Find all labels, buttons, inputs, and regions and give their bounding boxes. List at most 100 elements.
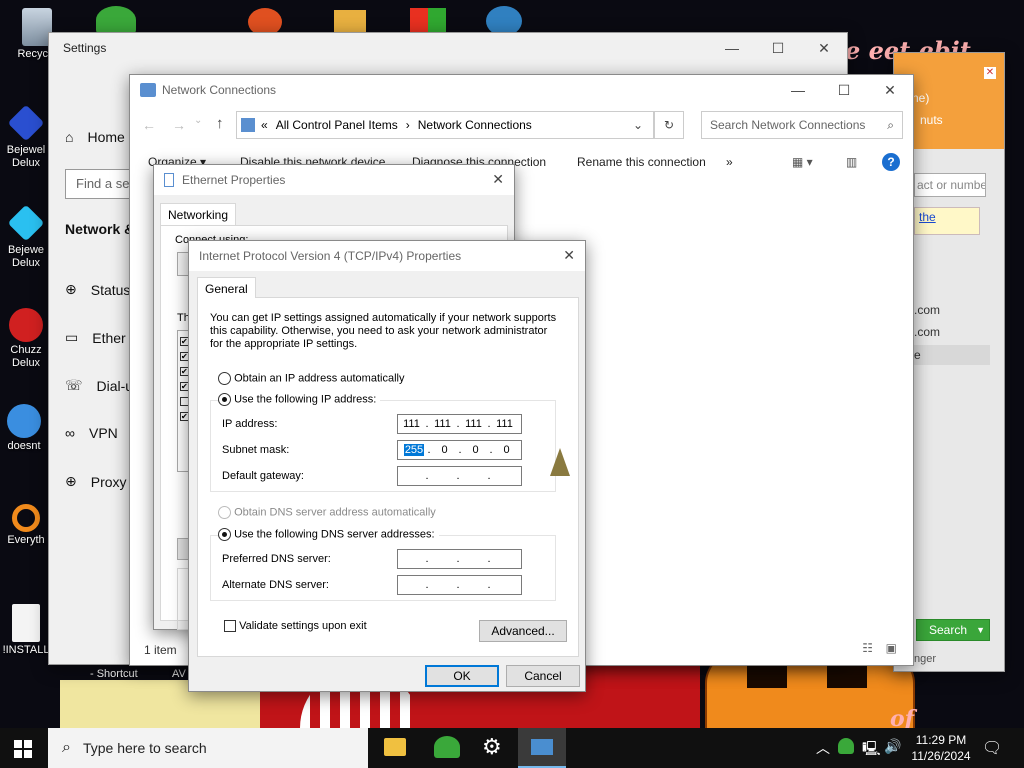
search-placeholder: Type here to search xyxy=(82,740,207,756)
netconn-search-input[interactable]: Search Network Connections ⌕ xyxy=(701,111,903,139)
more-commands-button[interactable]: » xyxy=(726,155,733,169)
breadcrumb-item[interactable]: Network Connections xyxy=(418,118,532,132)
radio-selected[interactable] xyxy=(218,393,231,406)
alternate-dns-field[interactable]: ... xyxy=(397,575,522,595)
list-item-selected[interactable]: e xyxy=(904,345,990,365)
clock-time: 11:29 PM xyxy=(915,733,967,747)
cancel-button[interactable]: Cancel xyxy=(506,665,580,687)
ip-octet[interactable]: 111 xyxy=(398,418,425,430)
details-view-icon[interactable]: ☷ xyxy=(862,641,873,655)
desktop-icon-chuzzle[interactable]: Chuzz Delux xyxy=(0,308,54,370)
file-explorer-icon[interactable] xyxy=(384,738,406,756)
address-box[interactable]: « All Control Panel Items › Network Conn… xyxy=(236,111,654,139)
help-icon[interactable]: ? xyxy=(882,153,900,171)
ip-octet[interactable]: 111 xyxy=(491,418,518,430)
help-link[interactable]: the xyxy=(914,207,980,235)
nav-dialup[interactable]: ☏ Dial-u xyxy=(65,377,133,394)
nav-vpn[interactable]: ∞ VPN xyxy=(65,425,118,441)
back-arrow-icon[interactable]: ← xyxy=(142,117,156,133)
tab-networking[interactable]: Networking xyxy=(160,203,237,226)
rename-button[interactable]: Rename this connection xyxy=(577,155,706,169)
maximize-button[interactable]: ☐ xyxy=(755,33,801,63)
users-icon[interactable] xyxy=(434,736,460,758)
radio-unselected[interactable] xyxy=(218,372,231,385)
desktop-icon-install[interactable]: !INSTALL xyxy=(0,604,54,657)
close-icon[interactable]: ✕ xyxy=(984,67,996,79)
large-icons-view-icon[interactable]: ▣ xyxy=(886,641,897,655)
volume-icon[interactable]: 🔊 xyxy=(884,738,901,755)
forward-arrow-icon[interactable]: → xyxy=(172,117,186,133)
minimize-button[interactable]: — xyxy=(775,75,821,105)
tab-general[interactable]: General xyxy=(197,277,256,298)
desktop-icon-everything[interactable]: Everyth xyxy=(0,504,54,547)
preview-pane-icon[interactable]: ▥ xyxy=(846,155,857,169)
user-tray-icon[interactable] xyxy=(838,738,854,754)
chevron-up-icon[interactable]: ︿ xyxy=(816,738,830,758)
up-arrow-icon[interactable]: ↑ xyxy=(216,115,224,132)
ip-address-label: IP address: xyxy=(222,418,278,430)
subnet-mask-field[interactable]: 255. 0. 0. 0 xyxy=(397,440,522,460)
preferred-dns-field[interactable]: ... xyxy=(397,549,522,569)
taskbar-search-box[interactable]: ⌕ Type here to search xyxy=(48,728,368,768)
ip-octet[interactable]: 0 xyxy=(462,444,489,456)
ip-octet[interactable]: 111 xyxy=(429,418,456,430)
breadcrumb-overflow[interactable]: « xyxy=(261,118,268,132)
checkbox-unchecked[interactable] xyxy=(224,620,236,633)
settings-titlebar[interactable]: Settings — ☐ ✕ xyxy=(49,33,847,63)
nav-proxy[interactable]: ⊕ Proxy xyxy=(65,473,127,490)
close-button[interactable]: ✕ xyxy=(492,171,504,188)
ip-octet[interactable]: 111 xyxy=(460,418,487,430)
desktop-icon-label: Bejewel Delux xyxy=(6,144,46,169)
use-following-ip-option[interactable]: Use the following IP address: xyxy=(218,393,381,406)
clock[interactable]: 11:29 PM 11/26/2024 xyxy=(908,732,974,764)
nav-ethernet[interactable]: ▭ Ether xyxy=(65,329,126,346)
chevron-down-icon[interactable]: ⌄ xyxy=(633,118,643,132)
settings-home[interactable]: ⌂ Home xyxy=(65,129,125,145)
view-options-icon[interactable]: ▦ ▾ xyxy=(792,155,813,169)
minimize-button[interactable]: — xyxy=(709,33,755,63)
list-item[interactable]: .com xyxy=(914,325,940,339)
network-connections-taskbar-button[interactable] xyxy=(518,728,566,768)
search-button[interactable]: Search ▼ xyxy=(916,619,990,641)
ethernet-titlebar[interactable]: Ethernet Properties ✕ xyxy=(154,165,514,195)
breadcrumb-item[interactable]: All Control Panel Items xyxy=(276,118,398,132)
desktop-icon-bejeweled-1[interactable]: Bejewel Delux xyxy=(0,104,54,170)
ok-button[interactable]: OK xyxy=(425,665,499,687)
ipv4-properties-dialog[interactable]: Internet Protocol Version 4 (TCP/IPv4) P… xyxy=(188,240,586,692)
desktop-icon-label: doesnt xyxy=(7,440,41,452)
option-label: Obtain an IP address automatically xyxy=(234,372,405,385)
refresh-button[interactable]: ↻ xyxy=(654,111,684,139)
start-button[interactable] xyxy=(14,740,32,758)
network-icon[interactable]: 🖳 xyxy=(862,738,881,762)
ip-octet[interactable]: 0 xyxy=(493,444,520,456)
nav-status[interactable]: ⊕ Status xyxy=(65,281,130,298)
chevron-right-icon[interactable]: › xyxy=(406,118,410,132)
netconn-titlebar[interactable]: Network Connections — ☐ ✕ xyxy=(130,75,913,105)
desktop-icon-bejeweled-2[interactable]: Bejewe Delux xyxy=(0,204,54,270)
globe-icon: ⊕ xyxy=(65,473,77,489)
contact-search-input[interactable]: act or numbe xyxy=(914,173,986,197)
obtain-ip-auto-option[interactable]: Obtain an IP address automatically xyxy=(218,372,404,385)
use-following-dns-option[interactable]: Use the following DNS server addresses: xyxy=(218,528,439,541)
default-gateway-field[interactable]: ... xyxy=(397,466,522,486)
advanced-button[interactable]: Advanced... xyxy=(479,620,567,642)
list-item[interactable]: .com xyxy=(914,303,940,317)
maximize-button[interactable]: ☐ xyxy=(821,75,867,105)
users-icon[interactable] xyxy=(96,6,136,34)
notifications-icon[interactable]: 🗨 xyxy=(982,738,1002,758)
close-button[interactable]: ✕ xyxy=(801,33,847,63)
obtain-dns-auto-option[interactable]: Obtain DNS server address automatically xyxy=(218,506,436,519)
close-button[interactable]: ✕ xyxy=(563,247,575,264)
search-icon: ⌕ xyxy=(62,739,71,756)
desktop-icon-doesnt[interactable]: doesnt xyxy=(0,404,52,453)
chevron-down-icon[interactable]: ⌄ xyxy=(194,115,202,126)
close-button[interactable]: ✕ xyxy=(867,75,913,105)
gear-icon[interactable]: ⚙ xyxy=(482,734,502,760)
ip-octet-selected[interactable]: 255 xyxy=(404,444,424,456)
ip-address-field[interactable]: 111. 111. 111. 111 xyxy=(397,414,522,434)
radio-selected[interactable] xyxy=(218,528,231,541)
validate-settings-option[interactable]: Validate settings upon exit xyxy=(224,620,367,633)
intro-text: You can get IP settings assigned automat… xyxy=(210,312,557,350)
ip-octet[interactable]: 0 xyxy=(431,444,458,456)
ipv4-titlebar[interactable]: Internet Protocol Version 4 (TCP/IPv4) P… xyxy=(189,241,585,271)
